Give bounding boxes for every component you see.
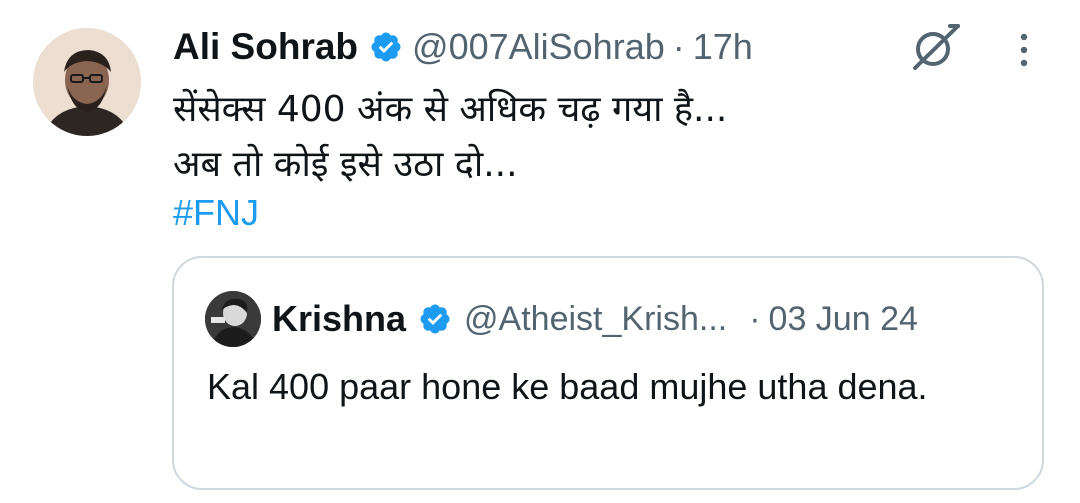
tweet-timestamp[interactable]: 17h <box>693 26 753 68</box>
separator-dot: · <box>749 299 761 338</box>
tweet-header: Ali Sohrab @007AliSohrab · 17h <box>173 22 753 72</box>
tweet-text-line: अब तो कोई इसे उठा दो... <box>173 144 518 185</box>
hashtag-link[interactable]: #FNJ <box>173 192 259 234</box>
grok-icon[interactable] <box>906 18 964 76</box>
quoted-tweet-card[interactable]: Krishna @Atheist_Krish... · 03 Jun 24 Ka… <box>172 256 1044 490</box>
author-avatar[interactable] <box>33 28 141 136</box>
author-name[interactable]: Ali Sohrab <box>173 26 358 68</box>
verified-badge-icon[interactable] <box>369 30 403 64</box>
more-options-icon[interactable] <box>1013 32 1035 72</box>
quoted-tweet-header: Krishna @Atheist_Krish... · 03 Jun 24 <box>272 294 918 344</box>
quoted-author-name[interactable]: Krishna <box>272 298 406 340</box>
tweet-text-line: सेंसेक्स 400 अंक से अधिक चढ़ गया है... <box>173 89 728 130</box>
quoted-tweet-date[interactable]: 03 Jun 24 <box>769 300 918 339</box>
verified-badge-icon[interactable] <box>418 302 452 336</box>
tweet-body: सेंसेक्स 400 अंक से अधिक चढ़ गया है... अ… <box>173 82 873 192</box>
quoted-tweet-body: Kal 400 paar hone ke baad mujhe utha den… <box>207 366 928 407</box>
quoted-author-avatar[interactable] <box>205 291 261 347</box>
quoted-author-handle[interactable]: @Atheist_Krish... <box>464 300 727 339</box>
separator-dot: · <box>672 26 685 67</box>
author-handle[interactable]: @007AliSohrab <box>412 26 665 68</box>
